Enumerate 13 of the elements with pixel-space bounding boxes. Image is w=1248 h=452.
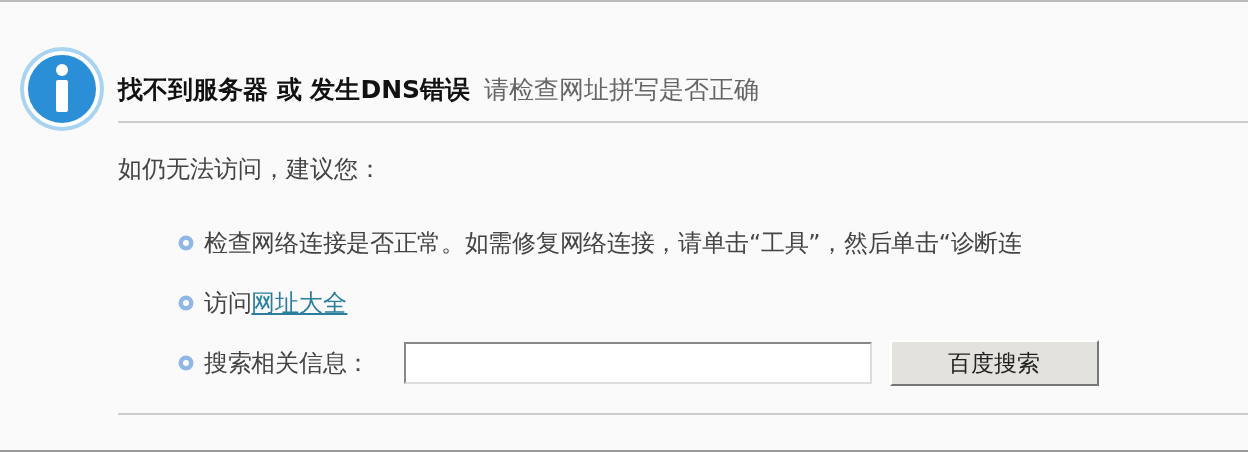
error-hint: 请检查网址拼写是否正确 — [484, 74, 760, 104]
suggestion-text: 检查网络连接是否正常。如需修复网络连接，请单击“工具”，然后单击“诊断连 — [204, 228, 1022, 259]
bullet-icon — [178, 295, 194, 311]
suggestion-text: 搜索相关信息： — [204, 348, 370, 379]
search-button[interactable]: 百度搜索 — [889, 340, 1099, 386]
intro-text: 如仍无法访问，建议您： — [118, 154, 383, 185]
error-title: 找不到服务器 或 发生DNS错误 — [118, 74, 471, 104]
site-directory-link[interactable]: 网址大全 — [251, 287, 348, 319]
suggestion-text: 访问 — [204, 288, 252, 319]
bullet-icon — [178, 235, 194, 251]
info-icon — [18, 45, 106, 133]
search-field[interactable] — [403, 342, 872, 384]
bullet-icon — [178, 355, 194, 371]
